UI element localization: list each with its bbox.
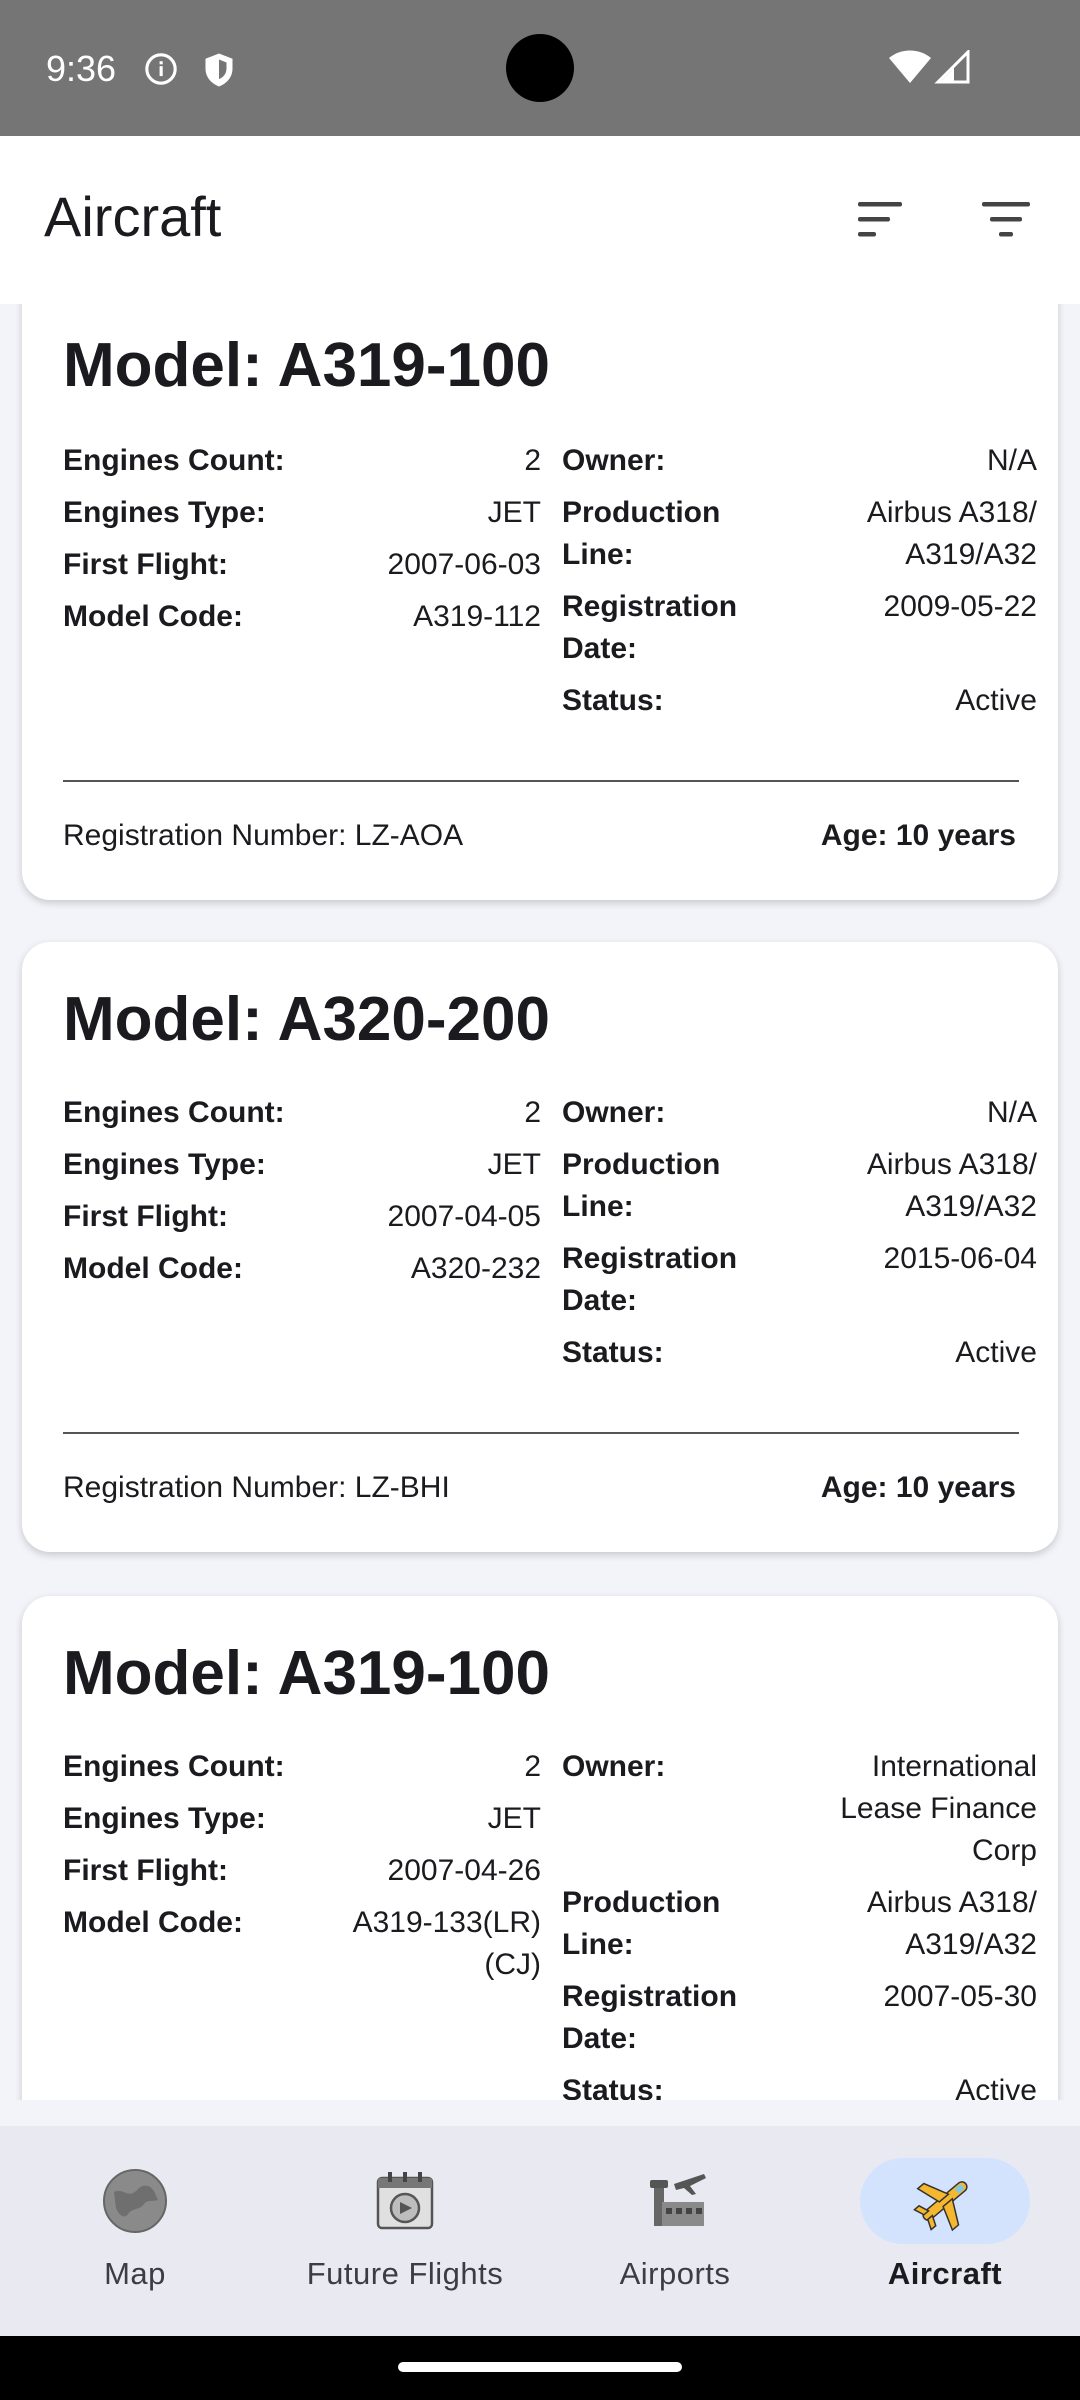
nav-item-airports[interactable]: Airports — [540, 2126, 810, 2336]
owner-value: N/A — [986, 1096, 1037, 1129]
airports-icon — [650, 2174, 706, 2226]
registration-date-value: 2015-06-04 — [883, 1242, 1037, 1275]
home-gesture-handle[interactable] — [398, 2362, 682, 2372]
production-line-label: Production Line: — [562, 1886, 721, 1961]
nav-icon-container — [320, 2158, 490, 2244]
nav-icon-container — [860, 2158, 1030, 2244]
model-code-value: A320-232 — [410, 1252, 541, 1285]
registration-number: Registration Number: LZ-AOA — [63, 819, 464, 852]
registration-date-value: 2009-05-22 — [883, 590, 1037, 623]
owner-value: International Lease Finance Corp — [840, 1750, 1037, 1867]
future-flights-icon — [376, 2172, 434, 2230]
status-label: Status: — [562, 1336, 664, 1369]
production-line-value: Airbus A318/ A319/A32 — [866, 1886, 1037, 1961]
engines-type-value: JET — [487, 496, 541, 529]
status-value: Active — [955, 2074, 1037, 2100]
card-title: Model: A320-200 — [63, 985, 550, 1054]
status-label: Status: — [562, 2074, 664, 2100]
card-title: Model: A319-100 — [63, 331, 550, 400]
nav-icon-container — [590, 2158, 760, 2244]
owner-label: Owner: — [562, 1750, 666, 1783]
sort-icon[interactable] — [852, 196, 908, 244]
system-navigation-bar — [0, 2336, 1080, 2400]
top-app-bar: Aircraft — [0, 136, 1080, 304]
production-line-label: Production Line: — [562, 1148, 721, 1223]
model-code-value: A319-112 — [413, 600, 541, 633]
aircraft-icon — [913, 2181, 968, 2232]
owner-label: Owner: — [562, 1096, 666, 1129]
registration-date-label: Registration Date: — [562, 1980, 738, 2055]
status-label: Status: — [562, 684, 664, 717]
cellular-signal-icon — [934, 50, 970, 84]
card-divider — [63, 1432, 1019, 1434]
owner-value: N/A — [986, 444, 1037, 477]
engines-type-value: JET — [487, 1148, 541, 1181]
registration-date-label: Registration Date: — [562, 1242, 738, 1317]
camera-cutout — [506, 34, 574, 102]
nav-item-future-flights[interactable]: Future Flights — [270, 2126, 540, 2336]
production-line-value: Airbus A318/ A319/A32 — [866, 1148, 1037, 1223]
info-icon — [145, 53, 177, 85]
status-value: Active — [955, 684, 1037, 717]
aircraft-card[interactable]: Model: A320-200 Engines Count: 2 Engines… — [22, 942, 1058, 1552]
status-bar: 9:36 — [0, 0, 1080, 136]
bottom-navigation: Map Future Flights Airports Aircraft — [0, 2126, 1080, 2336]
aircraft-card[interactable]: Model: A319-100 Engines Count: 2 Engines… — [22, 304, 1058, 900]
registration-date-value: 2007-05-30 — [883, 1980, 1037, 2013]
aircraft-age: Age: 10 years — [820, 1471, 1016, 1504]
model-code-value: A319-133(LR) (CJ) — [352, 1906, 541, 1981]
engines-type-value: JET — [487, 1802, 541, 1835]
production-line-label: Production Line: — [562, 496, 721, 571]
status-value: Active — [955, 1336, 1037, 1369]
aircraft-age: Age: 10 years — [820, 819, 1016, 852]
nav-item-aircraft[interactable]: Aircraft — [810, 2126, 1080, 2336]
registration-number: Registration Number: LZ-BHI — [63, 1471, 450, 1504]
card-title: Model: A319-100 — [63, 1639, 550, 1708]
nav-label: Map — [104, 2256, 166, 2291]
first-flight-value: 2007-04-26 — [387, 1854, 541, 1887]
nav-label: Future Flights — [306, 2256, 504, 2291]
engines-count-value: 2 — [524, 1750, 541, 1783]
aircraft-list[interactable]: Model: A319-100 Engines Count: 2 Engines… — [0, 304, 1080, 2100]
engines-count-value: 2 — [524, 1096, 541, 1129]
production-line-value: Airbus A318/ A319/A32 — [866, 496, 1037, 571]
model-code-label: Model Code: — [63, 1906, 243, 1939]
status-time: 9:36 — [46, 48, 117, 89]
registration-date-label: Registration Date: — [562, 590, 738, 665]
page-title: Aircraft — [44, 185, 222, 248]
shield-icon — [205, 53, 233, 87]
nav-item-map[interactable]: Map — [0, 2126, 270, 2336]
first-flight-value: 2007-06-03 — [387, 548, 541, 581]
aircraft-card[interactable]: Model: A319-100 Engines Count: 2 Engines… — [22, 1596, 1058, 2100]
map-icon — [103, 2169, 167, 2233]
engines-count-value: 2 — [524, 444, 541, 477]
filter-icon[interactable] — [978, 196, 1034, 244]
nav-icon-container — [50, 2158, 220, 2244]
card-divider — [63, 780, 1019, 782]
wifi-icon — [889, 50, 931, 83]
first-flight-value: 2007-04-05 — [387, 1200, 541, 1233]
nav-label: Airports — [619, 2256, 731, 2291]
owner-label: Owner: — [562, 444, 666, 477]
nav-label: Aircraft — [887, 2256, 1003, 2291]
